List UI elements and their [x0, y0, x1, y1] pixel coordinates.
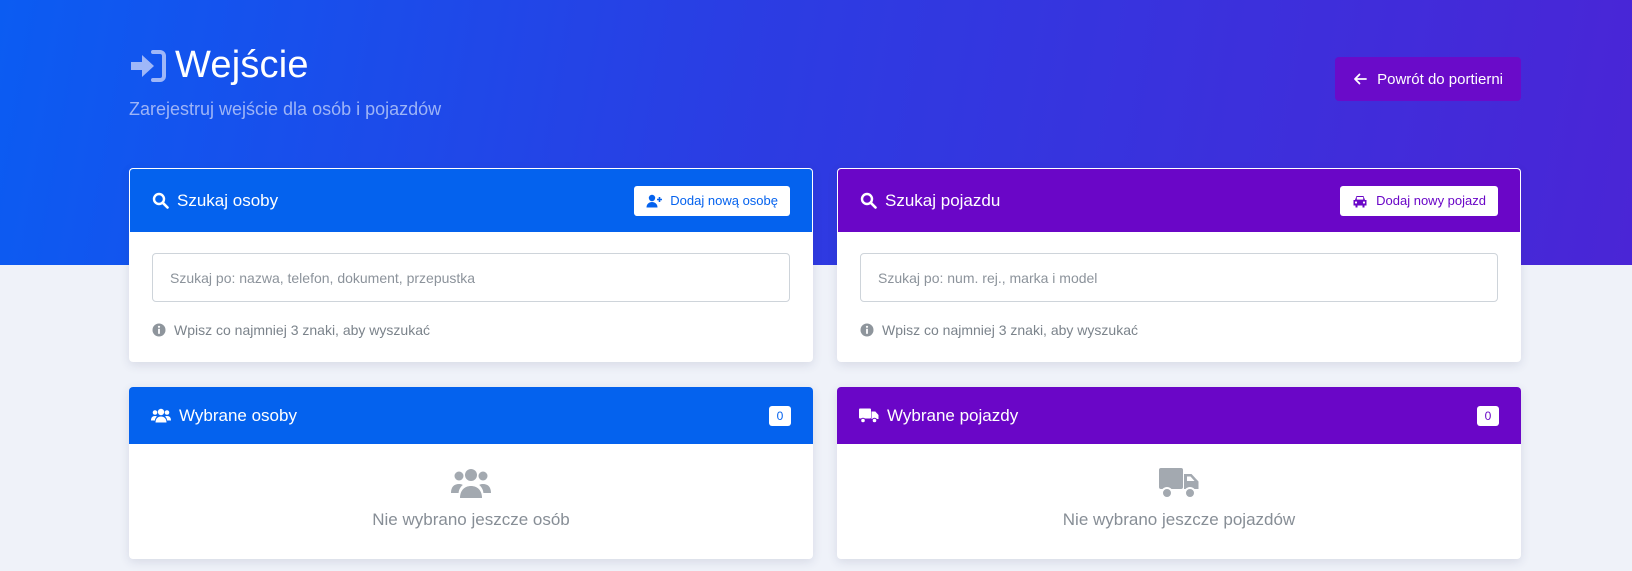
add-vehicle-label: Dodaj nowy pojazd: [1376, 193, 1486, 208]
users-icon: [129, 466, 813, 500]
vehicle-search-hint: Wpisz co najmniej 3 znaki, aby wyszukać: [860, 322, 1498, 338]
search-icon: [860, 192, 877, 209]
selected-vehicles-card: Wybrane pojazdy 0 Nie wybrano jeszcze po…: [837, 387, 1521, 559]
selected-vehicles-title: Wybrane pojazdy: [887, 405, 1019, 425]
page-header: Wejście Zarejestruj wejście dla osób i p…: [129, 44, 1521, 124]
selected-vehicles-empty-text: Nie wybrano jeszcze pojazdów: [1062, 510, 1296, 529]
vehicle-search-title: Szukaj pojazdu: [885, 190, 1001, 210]
selected-persons-empty-text: Nie wybrano jeszcze osób: [372, 510, 570, 529]
add-person-label: Dodaj nową osobę: [670, 193, 778, 208]
users-icon: [151, 408, 171, 423]
add-person-button[interactable]: Dodaj nową osobę: [634, 185, 790, 216]
arrow-left-icon: [1354, 73, 1367, 85]
add-vehicle-button[interactable]: Dodaj nowy pojazd: [1340, 185, 1498, 216]
selected-persons-empty: Nie wybrano jeszcze osób: [129, 444, 813, 530]
back-to-lodge-button[interactable]: Powrót do portierni: [1335, 57, 1521, 101]
back-button-label: Powrót do portierni: [1377, 70, 1503, 88]
selected-persons-header: Wybrane osoby 0: [129, 387, 813, 444]
title-row: Wejście: [129, 44, 1521, 87]
selected-persons-count-badge: 0: [769, 405, 791, 426]
person-search-title: Szukaj osoby: [177, 190, 279, 210]
vehicle-search-card: Szukaj pojazdu Dodaj nowy pojazd Szukaj …: [837, 168, 1521, 362]
selected-persons-title: Wybrane osoby: [179, 405, 297, 425]
selected-vehicles-header: Wybrane pojazdy 0: [837, 387, 1521, 444]
person-search-body: Wpisz co najmniej 3 znaki, aby wyszukać: [130, 232, 812, 338]
person-search-hint: Wpisz co najmniej 3 znaki, aby wyszukać: [152, 322, 790, 338]
vehicle-search-hint-text: Wpisz co najmniej 3 znaki, aby wyszukać: [882, 322, 1138, 338]
page-title: Wejście: [175, 44, 309, 86]
car-icon: [1353, 195, 1367, 207]
page-subtitle: Zarejestruj wejście dla osób i pojazdów: [129, 99, 442, 119]
vehicle-search-body: Wpisz co najmniej 3 znaki, aby wyszukać: [838, 232, 1520, 338]
selected-vehicles-empty: Nie wybrano jeszcze pojazdów: [837, 444, 1521, 530]
person-search-card: Szukaj osoby Dodaj nową osobę Wpisz c: [129, 168, 813, 362]
selected-persons-card: Wybrane osoby 0 Nie wybrano jeszcze osób: [129, 387, 813, 559]
person-search-header: Szukaj osoby Dodaj nową osobę: [130, 169, 812, 232]
info-circle-icon: [152, 323, 166, 337]
vehicle-search-header: Szukaj pojazdu Dodaj nowy pojazd: [838, 169, 1520, 232]
info-circle-icon: [860, 323, 874, 337]
person-search-hint-text: Wpisz co najmniej 3 znaki, aby wyszukać: [174, 322, 430, 338]
search-icon: [152, 192, 169, 209]
user-plus-icon: [646, 194, 663, 207]
vehicle-search-input[interactable]: [860, 253, 1498, 302]
truck-icon: [859, 408, 879, 424]
truck-icon: [837, 466, 1521, 500]
person-search-input[interactable]: [152, 253, 790, 302]
selected-vehicles-count-badge: 0: [1477, 405, 1499, 426]
sign-in-icon: [129, 49, 167, 83]
